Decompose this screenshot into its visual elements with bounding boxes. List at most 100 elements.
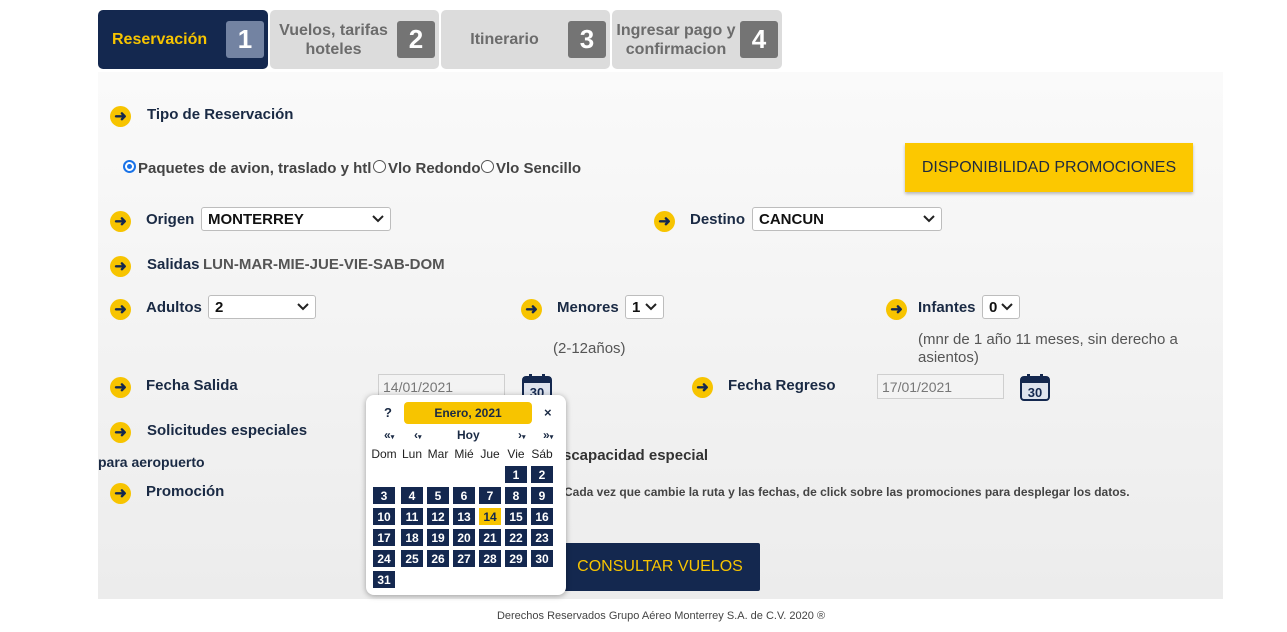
- calendar-icon-text: 30: [1028, 385, 1042, 400]
- radio-redondo[interactable]: [373, 160, 386, 173]
- arrow-icon: ➜: [110, 422, 131, 443]
- infantes-note: (mnr de 1 año 11 meses, sin derecho a as…: [918, 331, 1178, 366]
- arrow-icon: ➜: [521, 299, 542, 320]
- calendar-day[interactable]: 20: [453, 529, 475, 546]
- calendar-day[interactable]: 19: [427, 529, 449, 546]
- radio-redondo-label: Vlo Redondo: [388, 160, 481, 177]
- prev-year-icon: «: [384, 428, 391, 442]
- calendar-day[interactable]: 17: [373, 529, 395, 546]
- calendar-title[interactable]: Enero, 2021: [404, 402, 532, 424]
- step-number: 1: [226, 21, 264, 58]
- arrow-icon: ➜: [110, 211, 131, 232]
- calendar-day[interactable]: 22: [505, 529, 527, 546]
- arrow-icon: ➜: [692, 377, 713, 398]
- footer-copyright: Derechos Reservados Grupo Aéreo Monterre…: [496, 610, 826, 622]
- calendar-day-selected[interactable]: 14: [479, 508, 501, 525]
- calendar-day[interactable]: 24: [373, 550, 395, 567]
- weekday-header: Mar: [427, 447, 449, 461]
- prev-year-button[interactable]: «▾: [384, 428, 394, 442]
- promocion-note: Cada vez que cambie la ruta y las fechas…: [564, 485, 1130, 499]
- calendar-day[interactable]: 8: [505, 487, 527, 504]
- chevron-down-icon: [1001, 303, 1013, 311]
- calendar-day[interactable]: 2: [531, 466, 553, 483]
- chevron-down-icon: [923, 215, 935, 223]
- arrow-icon: ➜: [110, 377, 131, 398]
- step-label: Ingresar pago y confirmacion: [616, 21, 736, 58]
- calendar-day[interactable]: 12: [427, 508, 449, 525]
- step-tab-reservacion[interactable]: Reservación 1: [98, 10, 268, 69]
- origen-value: MONTERREY: [208, 210, 304, 228]
- destino-select[interactable]: CANCUN: [752, 207, 942, 231]
- prev-month-button[interactable]: ‹▾: [414, 428, 422, 442]
- solicitudes-label: Solicitudes especiales: [147, 422, 308, 439]
- adultos-select[interactable]: 2: [208, 295, 316, 319]
- calendar-day[interactable]: 15: [505, 508, 527, 525]
- chevron-down-icon: [645, 303, 657, 311]
- step-tab-vuelos[interactable]: Vuelos, tarifas hoteles 2: [270, 10, 439, 69]
- calendar-icon[interactable]: 30: [1020, 373, 1050, 401]
- next-year-button[interactable]: »▾: [543, 428, 553, 442]
- fecha-salida-label: Fecha Salida: [146, 377, 238, 394]
- today-button[interactable]: Hoy: [457, 428, 480, 442]
- chevron-down-icon: [297, 303, 309, 311]
- calendar-day[interactable]: 16: [531, 508, 553, 525]
- radio-paquetes[interactable]: [123, 160, 136, 173]
- next-year-icon: »: [543, 428, 550, 442]
- calendar-day[interactable]: 28: [479, 550, 501, 567]
- radio-sencillo-label: Vlo Sencillo: [496, 160, 582, 177]
- next-month-button[interactable]: ›▾: [518, 428, 526, 442]
- calendar-day[interactable]: 6: [453, 487, 475, 504]
- weekday-header: Mié: [454, 447, 474, 461]
- calendar-day[interactable]: 5: [427, 487, 449, 504]
- adultos-label: Adultos: [146, 299, 202, 316]
- calendar-day[interactable]: 25: [401, 550, 423, 567]
- calendar-day[interactable]: 1: [505, 466, 527, 483]
- calendar-day[interactable]: 18: [401, 529, 423, 546]
- dropdown-caret-icon: ▾: [549, 434, 554, 441]
- close-button[interactable]: ×: [544, 405, 552, 420]
- step-number: 3: [568, 21, 606, 58]
- fecha-regreso-input[interactable]: 17/01/2021: [877, 374, 1004, 399]
- calendar-day[interactable]: 23: [531, 529, 553, 546]
- origen-label: Origen: [146, 211, 195, 228]
- calendar-day[interactable]: 3: [373, 487, 395, 504]
- adultos-value: 2: [215, 298, 224, 316]
- help-button[interactable]: ?: [384, 405, 392, 420]
- calendar-day[interactable]: 29: [505, 550, 527, 567]
- step-label: Vuelos, tarifas hoteles: [279, 21, 388, 58]
- calendar-day[interactable]: 9: [531, 487, 553, 504]
- calendar-day[interactable]: 10: [373, 508, 395, 525]
- radio-sencillo[interactable]: [481, 160, 494, 173]
- fecha-regreso-label: Fecha Regreso: [728, 377, 836, 394]
- origen-select[interactable]: MONTERREY: [201, 207, 391, 231]
- step-tab-itinerario[interactable]: Itinerario 3: [441, 10, 610, 69]
- step-label: Reservación: [112, 31, 208, 48]
- calendar-day[interactable]: 7: [479, 487, 501, 504]
- calendar-day[interactable]: 31: [373, 571, 395, 588]
- arrow-icon: ➜: [110, 256, 131, 277]
- weekday-header: Jue: [480, 447, 500, 461]
- arrow-icon: ➜: [110, 299, 131, 320]
- calendar-day[interactable]: 11: [401, 508, 423, 525]
- weekday-header: Dom: [371, 447, 397, 461]
- arrow-icon: ➜: [886, 299, 907, 320]
- dropdown-caret-icon: ▾: [522, 434, 526, 441]
- disponibilidad-promociones-button[interactable]: DISPONIBILIDAD PROMOCIONES: [905, 143, 1193, 192]
- calendar-day[interactable]: 26: [427, 550, 449, 567]
- step-number: 2: [397, 21, 435, 58]
- date-picker-popup: ? Enero, 2021 × «▾ ‹▾ Hoy ›▾ »▾ Dom Lun Ma…: [366, 395, 566, 595]
- dropdown-caret-icon: ▾: [390, 434, 395, 441]
- calendar-day[interactable]: 4: [401, 487, 423, 504]
- salidas-value: LUN-MAR-MIE-JUE-VIE-SAB-DOM: [203, 256, 445, 273]
- arrow-icon: ➜: [654, 211, 675, 232]
- consultar-vuelos-button[interactable]: CONSULTAR VUELOS: [560, 543, 760, 591]
- calendar-day[interactable]: 27: [453, 550, 475, 567]
- calendar-day[interactable]: 21: [479, 529, 501, 546]
- arrow-icon: ➜: [110, 483, 131, 504]
- infantes-select[interactable]: 0: [982, 295, 1020, 319]
- arrow-icon: ➜: [110, 106, 131, 127]
- step-tab-pago[interactable]: Ingresar pago y confirmacion 4: [612, 10, 782, 69]
- calendar-day[interactable]: 13: [453, 508, 475, 525]
- calendar-day[interactable]: 30: [531, 550, 553, 567]
- menores-select[interactable]: 1: [625, 295, 664, 319]
